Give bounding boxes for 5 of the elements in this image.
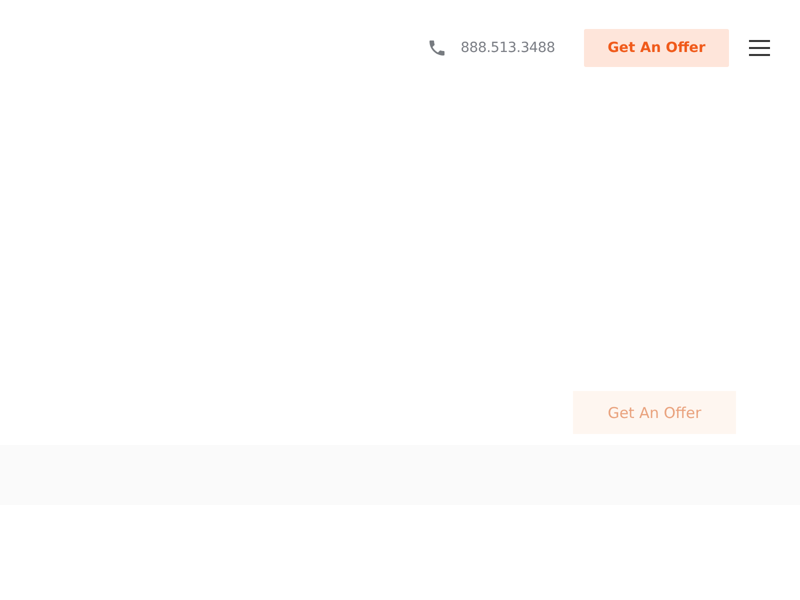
phone-icon xyxy=(426,38,447,58)
menu-icon[interactable] xyxy=(749,40,770,56)
phone-link[interactable]: 888.513.3488 xyxy=(460,40,555,56)
offer-button[interactable]: Get An Offer xyxy=(573,391,736,434)
offer-button[interactable]: Get An Offer xyxy=(584,28,729,66)
